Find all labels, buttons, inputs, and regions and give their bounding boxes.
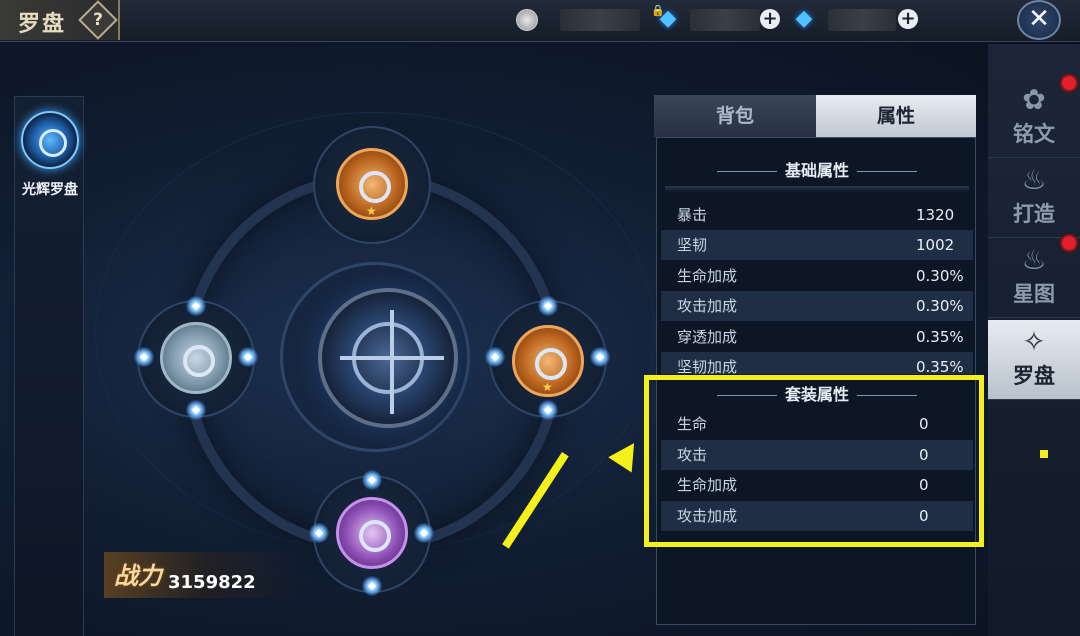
sparkle-icon (186, 296, 206, 316)
sparkle-icon (414, 523, 434, 543)
radiant-compass-icon[interactable] (21, 111, 79, 169)
inscription-icon: ✿ (1022, 83, 1046, 116)
compass-needle-vertical (390, 310, 394, 414)
highlight-dot (1040, 450, 1048, 458)
sparkle-icon (238, 347, 258, 367)
tab-bag[interactable]: 背包 (654, 95, 816, 137)
attr-value: 0.30% (916, 297, 964, 315)
diamond-value-blurred (828, 9, 896, 31)
scroll-fade (665, 186, 969, 192)
attr-row: 坚韧 1002 (661, 230, 973, 260)
question-icon: ? (93, 10, 103, 30)
needle-gem-icon (359, 171, 391, 203)
compass-slot-left[interactable] (160, 322, 232, 394)
bound-diamond-value-blurred (690, 9, 760, 31)
attr-name: 暴击 (677, 206, 708, 224)
side-tab-label: 打造 (1013, 202, 1055, 226)
side-tab-label: 星图 (1013, 282, 1055, 306)
attr-row: 穿透加成 0.35% (661, 322, 973, 352)
orb-gem-icon (359, 520, 391, 552)
compass-core[interactable] (318, 288, 458, 428)
currency-value-blurred (560, 9, 640, 31)
attr-row: 暴击 1320 (661, 200, 973, 230)
highlight-box (644, 375, 984, 547)
combat-power-value: 3159822 (168, 572, 256, 593)
sparkle-icon (309, 523, 329, 543)
side-tab-compass[interactable]: ✧ 罗盘 (988, 320, 1080, 400)
attr-name: 坚韧加成 (677, 358, 738, 374)
compass-icon: ✧ (1022, 325, 1046, 358)
compass-core-emblem (340, 310, 444, 414)
attr-name: 攻击加成 (677, 297, 738, 315)
attr-value: 1320 (916, 206, 955, 224)
silver-coin-icon (516, 9, 538, 31)
side-tab-bar: ✿ 铭文 ♨ 打造 ♨ 星图 ✧ 罗盘 (988, 44, 1080, 636)
compass-list-item-label: 光辉罗盘 (22, 182, 78, 198)
star-chart-flame-icon: ♨ (1021, 243, 1047, 276)
compass-list-panel: 光辉罗盘 (14, 96, 84, 636)
basic-attributes-list[interactable]: 暴击 1320 坚韧 1002 生命加成 0.30% 攻击加成 0.30% 穿透加成 0.… (657, 186, 977, 374)
attr-name: 穿透加成 (677, 328, 738, 346)
combat-power-label: 战力 (114, 562, 162, 590)
attr-value: 0.35% (916, 328, 964, 346)
ring-gem-icon (535, 348, 567, 380)
side-tab-label: 罗盘 (1013, 364, 1055, 388)
side-tab-inscription[interactable]: ✿ 铭文 (988, 74, 1080, 158)
notification-badge (1060, 234, 1078, 252)
sparkle-icon (186, 400, 206, 420)
attr-row: 生命加成 0.30% (661, 261, 973, 291)
forge-flame-icon: ♨ (1021, 163, 1047, 196)
attr-value: 0.30% (916, 267, 964, 285)
add-diamond-button[interactable]: + (898, 9, 918, 29)
sparkle-icon (485, 347, 505, 367)
attr-name: 生命加成 (677, 267, 738, 285)
page-title: 罗盘 (18, 12, 67, 37)
close-button[interactable]: ✕ (1017, 0, 1061, 40)
gear-gem-icon (183, 345, 215, 377)
attr-value: 1002 (916, 236, 955, 254)
attr-row: 坚韧加成 0.35% (661, 352, 973, 374)
side-tab-star-chart[interactable]: ♨ 星图 (988, 234, 1080, 318)
side-tab-forge[interactable]: ♨ 打造 (988, 158, 1080, 238)
top-bar: 罗盘 ? 🔒 ◆ + ◆ + ✕ (0, 0, 1080, 42)
sparkle-icon (538, 296, 558, 316)
basic-attributes-header: 基础属性 (657, 156, 977, 186)
add-bound-diamond-button[interactable]: + (760, 9, 780, 29)
sparkle-icon (362, 470, 382, 490)
diamond-icon: ◆ (795, 6, 813, 31)
side-tab-label: 铭文 (1013, 122, 1055, 146)
tab-attributes[interactable]: 属性 (816, 95, 976, 137)
combat-power: 战力 3159822 (104, 552, 304, 598)
star-icon: ★ (542, 380, 553, 394)
attr-value: 0.35% (916, 358, 964, 374)
notification-badge (1060, 74, 1078, 92)
sparkle-icon (538, 400, 558, 420)
attr-row: 攻击加成 0.30% (661, 291, 973, 321)
sparkle-icon (590, 347, 610, 367)
bound-diamond-icon: ◆ (659, 6, 677, 31)
sparkle-icon (134, 347, 154, 367)
compass-slot-bottom[interactable] (336, 497, 408, 569)
attr-name: 坚韧 (677, 236, 708, 254)
sparkle-icon (362, 576, 382, 596)
panel-tabs: 背包 属性 (654, 95, 976, 137)
star-icon: ★ (366, 204, 377, 218)
